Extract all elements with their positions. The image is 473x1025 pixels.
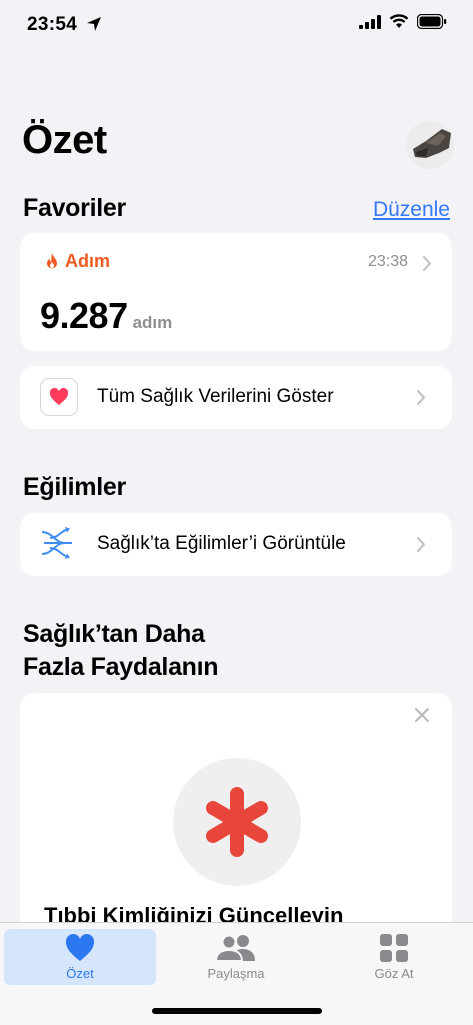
steps-time: 23:38 <box>367 253 408 270</box>
more-title-line2: Fazla Faydalanın <box>23 653 219 681</box>
steps-value: 9.287 <box>40 295 128 336</box>
tab-summary[interactable]: Özet <box>4 929 156 985</box>
people-icon <box>215 934 255 962</box>
heart-icon <box>65 934 95 961</box>
cellular-signal-icon <box>359 14 381 29</box>
home-indicator <box>152 1008 322 1014</box>
location-arrow-icon <box>87 17 101 31</box>
wifi-icon <box>389 14 409 28</box>
steps-unit: adım <box>132 313 173 332</box>
close-icon[interactable] <box>414 707 430 723</box>
trends-title: Eğilimler <box>23 473 126 501</box>
show-all-health-data-row[interactable]: Tüm Sağlık Verilerini Göster <box>20 366 452 429</box>
chevron-right-icon <box>422 255 432 272</box>
page-title: Özet <box>22 118 107 162</box>
view-trends-label: Sağlık’ta Eğilimler’i Görüntüle <box>97 533 346 554</box>
steps-value-group: 9.287 adım <box>40 295 172 337</box>
chevron-right-icon <box>416 389 426 406</box>
medical-id-icon-circle <box>173 758 301 886</box>
status-icons <box>359 14 447 29</box>
battery-icon <box>417 14 447 29</box>
flame-icon <box>47 253 57 269</box>
steps-label: Adım <box>65 251 110 271</box>
edit-favorites-link[interactable]: Düzenle <box>373 198 450 222</box>
profile-photo <box>406 121 454 169</box>
more-title-line1: Sağlık’tan Daha <box>23 620 205 648</box>
medical-id-promo-card[interactable]: Tıbbi Kimliğinizi Güncelleyin <box>20 693 452 953</box>
steps-card[interactable]: Adım 23:38 9.287 adım <box>20 233 452 351</box>
medical-asterisk-icon <box>206 787 268 857</box>
show-all-health-data-label: Tüm Sağlık Verilerini Göster <box>97 386 334 407</box>
tab-label: Özet <box>66 966 94 981</box>
tab-browse[interactable]: Göz At <box>318 929 470 985</box>
heart-icon <box>49 388 69 405</box>
steps-header: Adım <box>44 251 110 272</box>
chevron-right-icon <box>416 536 426 553</box>
status-time: 23:54 <box>27 14 78 35</box>
health-app-icon <box>40 378 78 416</box>
tab-sharing[interactable]: Paylaşma <box>160 929 312 985</box>
profile-avatar[interactable] <box>406 121 454 169</box>
view-trends-row[interactable]: Sağlık’ta Eğilimler’i Görüntüle <box>20 513 452 576</box>
grid-icon <box>380 934 408 962</box>
favorites-title: Favoriler <box>23 194 126 222</box>
status-bar: 23:54 <box>0 0 473 52</box>
trends-icon <box>41 527 72 559</box>
tab-label: Göz At <box>374 966 414 981</box>
tab-label: Paylaşma <box>207 966 265 981</box>
